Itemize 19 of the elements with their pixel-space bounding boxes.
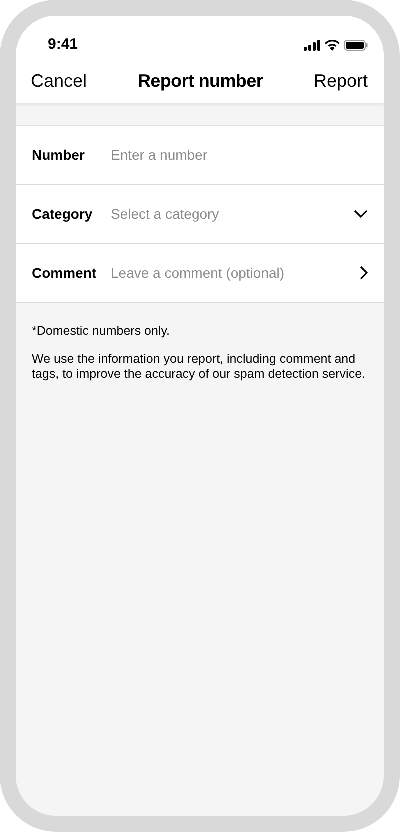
number-input-field[interactable]: Enter a number — [111, 144, 368, 166]
comment-row[interactable]: Comment Leave a comment (optional) — [16, 244, 384, 303]
chevron-down-icon — [354, 210, 368, 218]
report-button[interactable]: Report — [314, 68, 368, 95]
note-text: *Domestic numbers only. — [31, 324, 172, 339]
field-label: Number — [32, 146, 86, 164]
select-placeholder: Select a category — [111, 204, 220, 224]
comment-placeholder: Leave a comment (optional) — [111, 264, 286, 283]
field-label: Category — [32, 204, 94, 224]
status-time: 9:41 — [48, 34, 78, 55]
screen-title: Report number — [138, 70, 264, 93]
cancel-button[interactable]: Cancel — [31, 68, 88, 95]
chevron-right-icon — [360, 266, 368, 280]
note-text: We use the information you report, including comment and tags, to improve the accuracy of our spam detection service. — [31, 352, 366, 382]
signal-icon — [304, 40, 321, 50]
field-label: Comment — [32, 264, 98, 282]
wifi-icon — [325, 40, 340, 50]
category-select[interactable]: Category Select a category — [16, 185, 384, 244]
battery-icon — [344, 40, 368, 50]
